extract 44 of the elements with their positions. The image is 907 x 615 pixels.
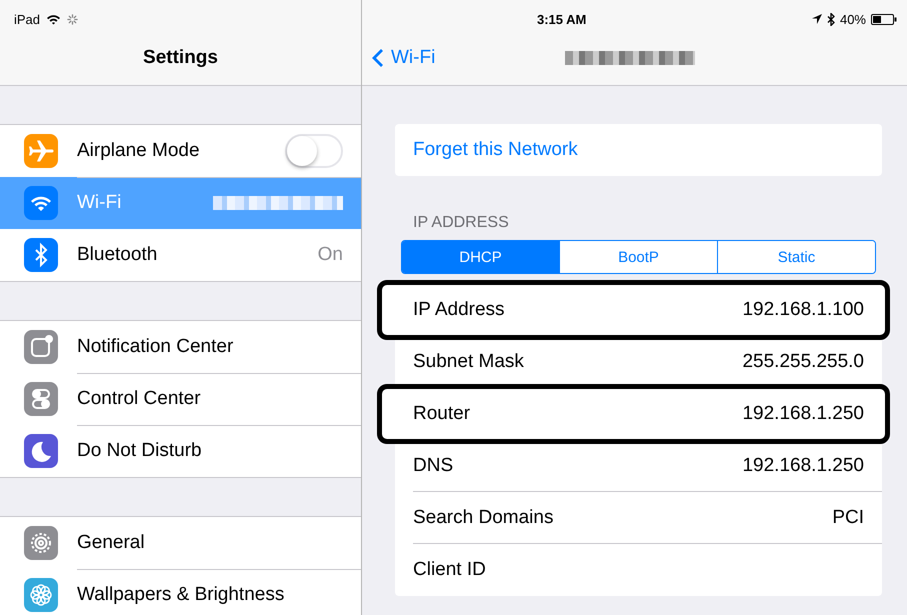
- settings-item-label: Notification Center: [77, 336, 234, 358]
- section-header: IP ADDRESS: [412, 213, 510, 233]
- settings-item-label: General: [77, 532, 146, 554]
- settings-item-label: Wi-Fi: [77, 192, 122, 214]
- settings-item[interactable]: Do Not Disturb: [0, 425, 361, 477]
- field-value: 255.255.255.0: [742, 351, 864, 373]
- settings-item-label: Do Not Disturb: [77, 440, 203, 462]
- field-label: Client ID: [413, 559, 486, 581]
- field-value: 192.168.1.100: [742, 299, 864, 321]
- settings-item-value: On: [318, 244, 343, 266]
- settings-title: Settings: [143, 46, 218, 68]
- settings-item-label: Control Center: [77, 388, 202, 410]
- settings-item-label: Bluetooth: [77, 244, 158, 266]
- status-time: 3:15 AM: [537, 12, 586, 26]
- settings-item[interactable]: General: [0, 517, 361, 569]
- device-name: iPad: [14, 12, 40, 26]
- field-label: DNS: [413, 455, 454, 477]
- bluetooth-icon: [826, 12, 835, 26]
- battery-icon: [871, 14, 897, 24]
- field-value: 192.168.1.250: [742, 403, 864, 425]
- field-label: Search Domains: [413, 507, 554, 529]
- segment-tab[interactable]: BootP: [559, 241, 717, 273]
- location-arrow-icon: [812, 14, 822, 24]
- segment-tab[interactable]: Static: [717, 241, 875, 273]
- field-label: IP Address: [413, 299, 505, 321]
- settings-item[interactable]: Control Center: [0, 373, 361, 425]
- wifi-icon: [46, 14, 62, 24]
- field-value: PCI: [832, 507, 864, 529]
- settings-item[interactable]: Bluetooth On: [0, 229, 361, 281]
- field-label: Subnet Mask: [413, 351, 524, 373]
- forget-network-button[interactable]: Forget this Network: [395, 124, 882, 176]
- settings-item[interactable]: Wallpapers & Brightness: [0, 569, 361, 615]
- settings-item[interactable]: Airplane Mode: [0, 125, 361, 177]
- battery-percentage: 40%: [840, 12, 866, 26]
- airplane-mode-switch[interactable]: [285, 134, 343, 168]
- field-label: Router: [413, 403, 470, 425]
- settings-item-label: Wallpapers & Brightness: [77, 584, 286, 606]
- segment-tab[interactable]: DHCP: [402, 241, 559, 273]
- field-value: 192.168.1.250: [742, 455, 864, 477]
- activity-spinner-icon: [67, 14, 78, 24]
- settings-item[interactable]: Notification Center: [0, 321, 361, 373]
- back-button[interactable]: Wi-Fi: [372, 46, 436, 68]
- back-chevron-icon: [372, 48, 384, 68]
- settings-item-label: Airplane Mode: [77, 140, 201, 162]
